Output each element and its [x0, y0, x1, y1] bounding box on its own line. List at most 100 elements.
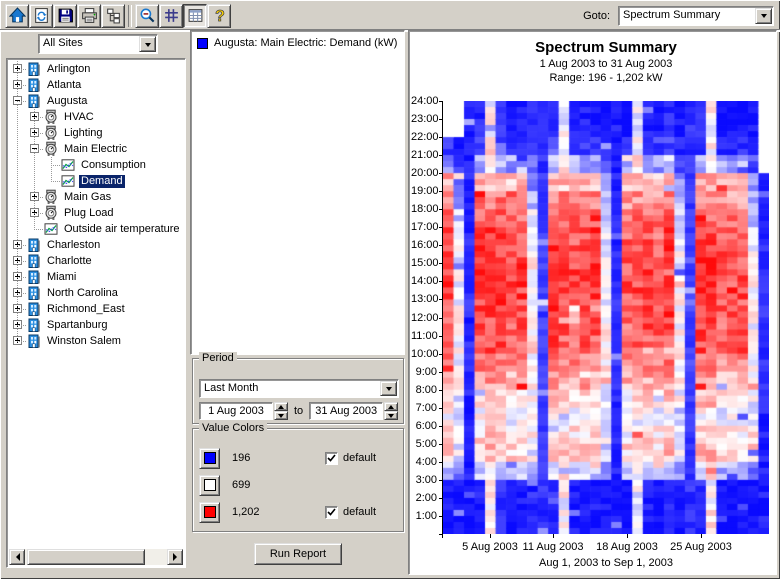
- site-filter-arrow[interactable]: [139, 36, 156, 52]
- collapse-minus-icon[interactable]: [30, 144, 39, 153]
- tree-item-arlington[interactable]: Arlington: [9, 61, 183, 77]
- building-icon: [26, 77, 42, 93]
- end-date-spinner[interactable]: 31 Aug 2003: [309, 402, 398, 420]
- tree-item-north-carolina[interactable]: North Carolina: [9, 285, 183, 301]
- tree-item-hvac[interactable]: HVAC: [9, 109, 183, 125]
- arrow-up-icon: [278, 402, 284, 409]
- collapse-minus-icon[interactable]: [13, 96, 22, 105]
- y-tick: [439, 480, 443, 481]
- max-default-checkbox[interactable]: [325, 506, 338, 519]
- tree-junction: [9, 61, 26, 77]
- min-default-label: default: [343, 452, 376, 464]
- toolbar-grid-button[interactable]: [159, 4, 183, 28]
- tree-item-main-gas[interactable]: Main Gas: [9, 189, 183, 205]
- scroll-right-button[interactable]: [167, 549, 183, 565]
- value-colors-title: Value Colors: [199, 422, 267, 434]
- tree-connector: [9, 221, 26, 237]
- tree-item-main-electric[interactable]: Main Electric: [9, 141, 183, 157]
- toolbar-table-button[interactable]: [183, 4, 207, 28]
- tree-junction: [43, 173, 60, 189]
- expand-plus-icon[interactable]: [13, 320, 22, 329]
- expand-plus-icon[interactable]: [30, 112, 39, 121]
- expand-plus-icon[interactable]: [13, 256, 22, 265]
- start-date-down-button[interactable]: [274, 411, 288, 420]
- period-preset-combobox[interactable]: Last Month: [199, 379, 399, 398]
- expand-plus-icon[interactable]: [13, 288, 22, 297]
- y-tick-label: 3:00: [411, 474, 437, 486]
- mid-color-button[interactable]: [199, 475, 220, 496]
- tree-junction: [9, 269, 26, 285]
- chart-title: Spectrum Summary: [443, 39, 769, 56]
- toolbar-save-button[interactable]: [53, 4, 77, 28]
- min-color-button[interactable]: [199, 448, 220, 469]
- tree-junction: [26, 125, 43, 141]
- expand-plus-icon[interactable]: [13, 336, 22, 345]
- tree-junction: [9, 285, 26, 301]
- end-date-value[interactable]: 31 Aug 2003: [309, 402, 383, 420]
- tree-item-winston-salem[interactable]: Winston Salem: [9, 333, 183, 349]
- tree-item-atlanta[interactable]: Atlanta: [9, 77, 183, 93]
- tree-item-demand[interactable]: Demand: [9, 173, 183, 189]
- toolbar-hierarchy-button[interactable]: [101, 4, 125, 28]
- y-tick: [439, 299, 443, 300]
- scroll-left-button[interactable]: [9, 549, 25, 565]
- goto-combobox[interactable]: Spectrum Summary: [618, 6, 774, 26]
- check-icon: [327, 454, 336, 463]
- tree-item-spartanburg[interactable]: Spartanburg: [9, 317, 183, 333]
- tree-junction: [43, 157, 60, 173]
- tree-connector: [9, 205, 26, 221]
- expand-plus-icon[interactable]: [30, 128, 39, 137]
- tree-item-richmond-east[interactable]: Richmond_East: [9, 301, 183, 317]
- expand-plus-icon[interactable]: [13, 272, 22, 281]
- site-filter-combobox[interactable]: All Sites: [38, 34, 158, 54]
- max-color-button[interactable]: [199, 502, 220, 523]
- tree-item-lighting[interactable]: Lighting: [9, 125, 183, 141]
- end-date-down-button[interactable]: [384, 411, 398, 420]
- start-date-spinner[interactable]: 1 Aug 2003: [199, 402, 288, 420]
- tree-item-augusta[interactable]: Augusta: [9, 93, 183, 109]
- tree-item-consumption[interactable]: Consumption: [9, 157, 183, 173]
- tree-item-charlotte[interactable]: Charlotte: [9, 253, 183, 269]
- x-tick: [490, 534, 491, 538]
- chevron-down-icon: [145, 43, 151, 50]
- period-date-row: 1 Aug 2003 to 31 Aug 2003: [199, 402, 398, 420]
- y-tick-label: 16:00: [411, 239, 437, 251]
- toolbar-zoom-out-button[interactable]: [135, 4, 159, 28]
- expand-plus-icon[interactable]: [30, 208, 39, 217]
- building-icon: [26, 253, 42, 269]
- toolbar-refresh-button[interactable]: [29, 4, 53, 28]
- tree-item-charleston[interactable]: Charleston: [9, 237, 183, 253]
- tree-item-outside-air-temperature[interactable]: Outside air temperature: [9, 221, 183, 237]
- expand-plus-icon[interactable]: [13, 304, 22, 313]
- expand-plus-icon[interactable]: [13, 64, 22, 73]
- start-date-up-button[interactable]: [274, 402, 288, 411]
- goto-combobox-arrow[interactable]: [755, 8, 772, 24]
- period-preset-arrow[interactable]: [380, 381, 397, 396]
- toolbar-print-button[interactable]: [77, 4, 101, 28]
- end-date-up-button[interactable]: [384, 402, 398, 411]
- legend-item: Augusta: Main Electric: Demand (kW): [197, 37, 397, 49]
- toolbar-home-button[interactable]: [5, 4, 29, 28]
- arrow-right-icon: [173, 553, 181, 561]
- toolbar-help-button[interactable]: ?: [207, 4, 231, 28]
- building-icon: [26, 269, 42, 285]
- y-tick: [439, 155, 443, 156]
- start-date-value[interactable]: 1 Aug 2003: [199, 402, 273, 420]
- site-tree-panel: Arlington Atlanta Augusta HVAC Lighting …: [6, 58, 186, 568]
- tree-junction: [26, 109, 43, 125]
- site-tree: Arlington Atlanta Augusta HVAC Lighting …: [9, 61, 183, 549]
- y-tick-label: 24:00: [411, 95, 437, 107]
- tree-horizontal-scrollbar[interactable]: [9, 549, 183, 565]
- run-report-button[interactable]: Run Report: [254, 543, 342, 565]
- min-default-checkbox[interactable]: [325, 452, 338, 465]
- tree-item-plug-load[interactable]: Plug Load: [9, 205, 183, 221]
- y-tick-label: 6:00: [411, 420, 437, 432]
- scrollbar-thumb[interactable]: [27, 549, 145, 565]
- expand-plus-icon[interactable]: [13, 240, 22, 249]
- expand-plus-icon[interactable]: [13, 80, 22, 89]
- y-tick: [439, 263, 443, 264]
- tree-item-miami[interactable]: Miami: [9, 269, 183, 285]
- arrow-down-icon: [388, 414, 394, 421]
- expand-plus-icon[interactable]: [30, 192, 39, 201]
- toolbar: ? Goto: Spectrum Summary: [2, 2, 778, 29]
